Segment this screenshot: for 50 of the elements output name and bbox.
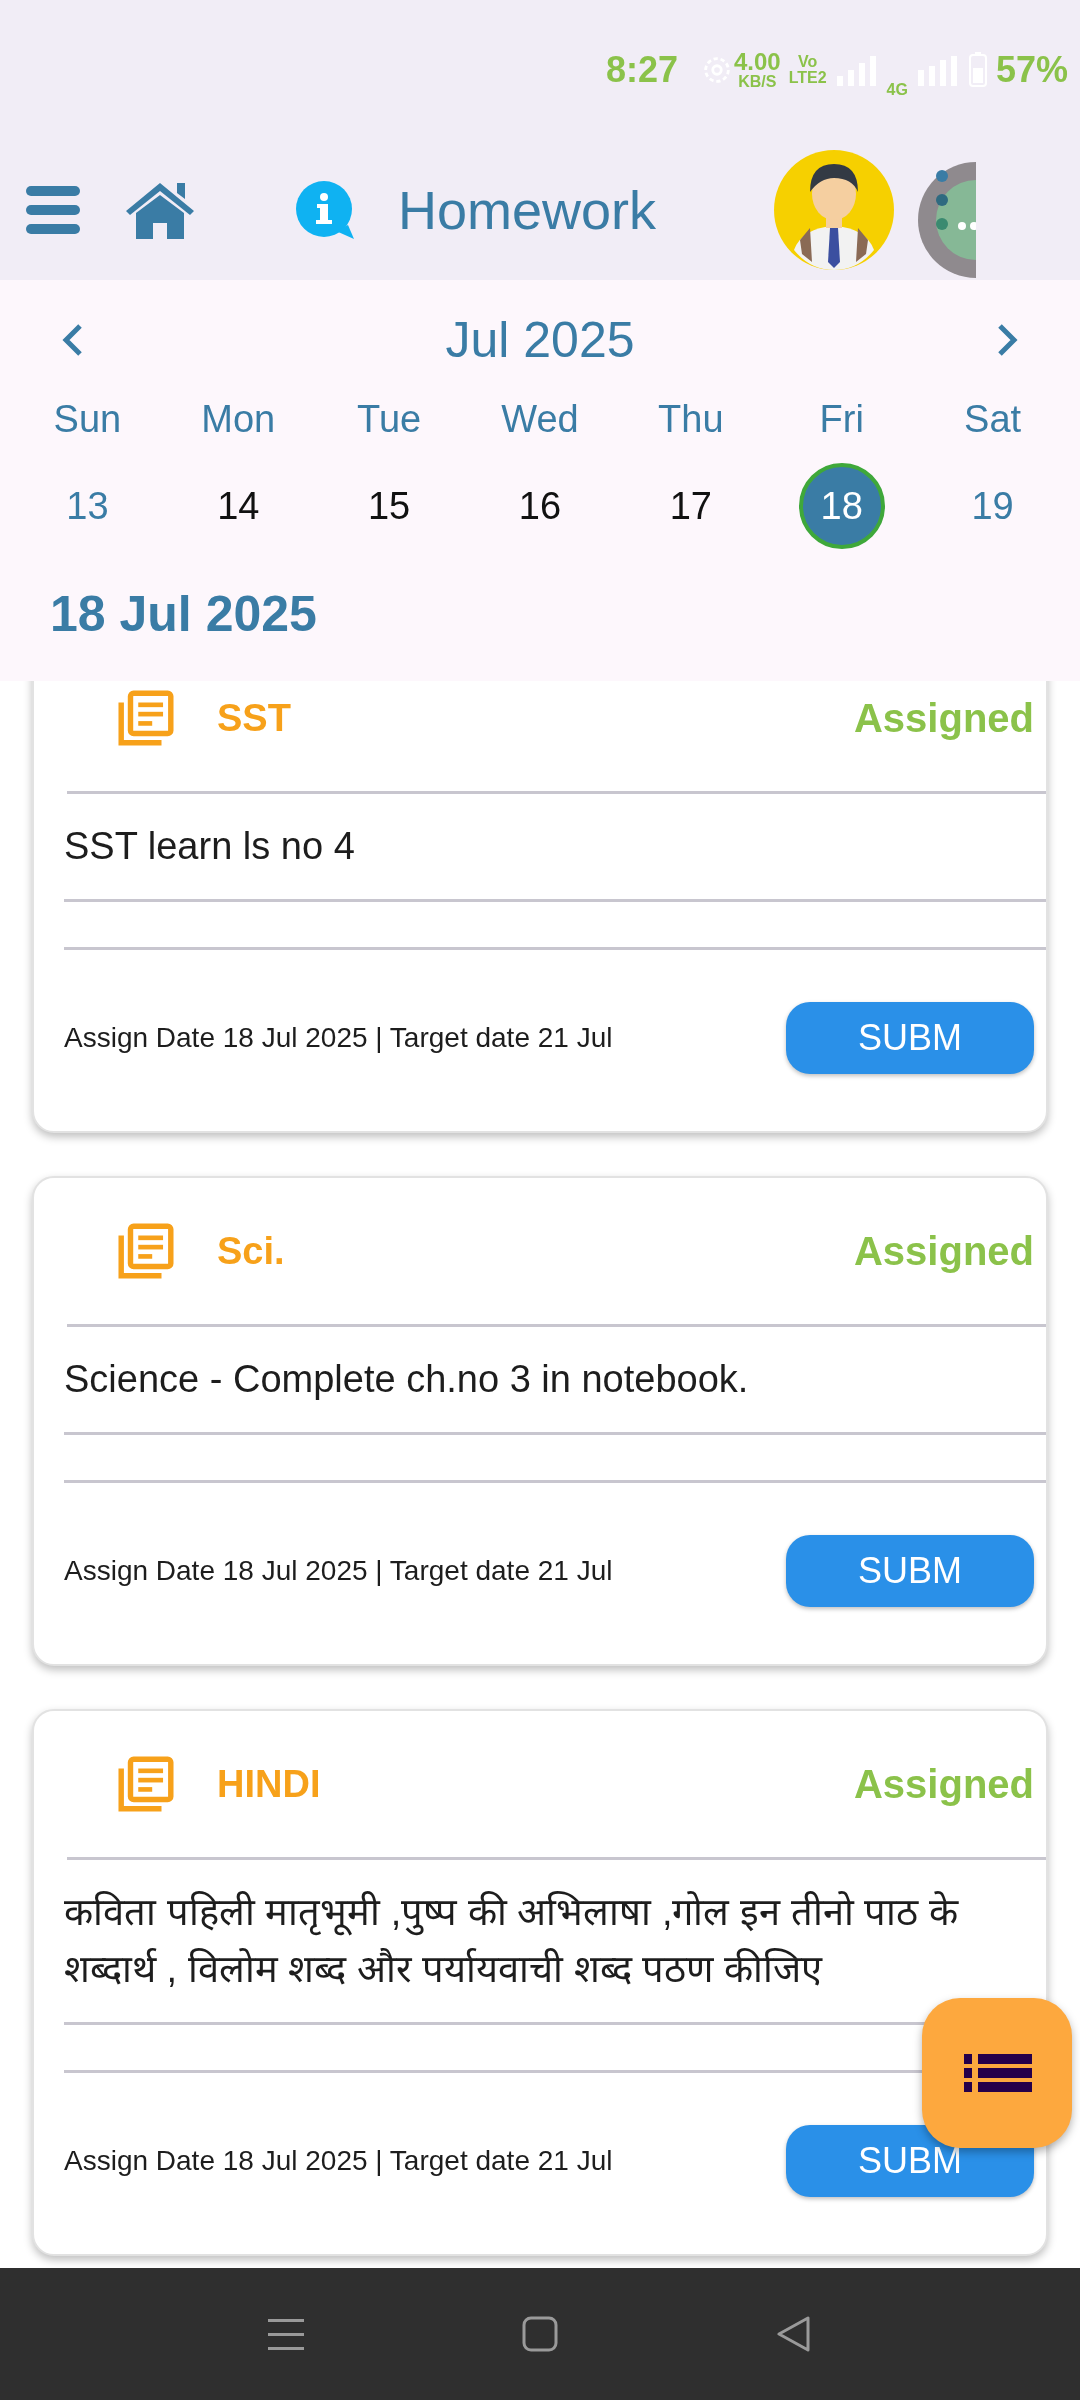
homework-description: Science - Complete ch.no 3 in notebook. — [64, 1327, 1046, 1435]
back-icon[interactable] — [776, 2316, 812, 2352]
network-type: 4G — [886, 81, 908, 99]
date-cell[interactable]: 17 — [647, 463, 734, 549]
selected-date: 18 Jul 2025 — [49, 585, 318, 644]
date-cell[interactable]: 19 — [949, 463, 1036, 549]
weekday-label: Mon — [201, 398, 276, 441]
submit-button[interactable]: SUBM — [786, 1534, 1034, 1607]
date-cell[interactable]: 15 — [346, 463, 433, 549]
clock-time: 8:27 — [605, 49, 678, 91]
home-icon[interactable] — [522, 2316, 558, 2352]
weekday-label: Thu — [658, 398, 724, 441]
weekday-label: Sun — [53, 398, 122, 441]
lte-label: LTE2 — [788, 70, 827, 86]
avatar-icon[interactable] — [774, 150, 895, 270]
battery-percent: 57% — [995, 49, 1068, 91]
chevron-right-icon[interactable] — [996, 322, 1020, 358]
volte-label: Vo — [798, 54, 818, 70]
chevron-left-icon[interactable] — [60, 322, 84, 358]
date-info: Assign Date 18 Jul 2025 | Target date 21 Jul — [64, 2144, 613, 2177]
info-icon — [296, 181, 354, 239]
date-cell[interactable]: 13 — [44, 463, 131, 549]
date-cell[interactable]: 18 — [798, 463, 885, 549]
date-cell[interactable]: 14 — [195, 463, 282, 549]
status-label: Assigned — [852, 1760, 1035, 1808]
month-label: Jul 2025 — [445, 311, 635, 369]
subject-label: Sci. — [217, 1229, 285, 1273]
submit-button[interactable]: SUBM — [786, 1001, 1034, 1074]
weekday-label: Wed — [501, 398, 579, 441]
status-label: Assigned — [852, 1227, 1035, 1275]
subject-label: HINDI — [217, 1762, 321, 1806]
document-stack-icon — [115, 1753, 177, 1815]
subject-label: SST — [217, 696, 291, 740]
date-cell[interactable]: 16 — [497, 463, 583, 549]
date-info: Assign Date 18 Jul 2025 | Target date 21 Jul — [64, 1021, 613, 1054]
speed-unit: KB/S — [738, 74, 777, 90]
weekday-label: Tue — [357, 398, 422, 441]
weekday-label: Fri — [819, 398, 864, 441]
home-icon[interactable] — [124, 181, 196, 239]
weekday-label: Sat — [964, 398, 1022, 441]
screen-title: Homework — [398, 179, 657, 241]
homework-description: SST learn ls no 4 — [64, 794, 1046, 902]
status-label: Assigned — [852, 694, 1035, 742]
list-icon[interactable] — [922, 1998, 1072, 2148]
document-stack-icon — [115, 1220, 177, 1282]
network-speed: 4.00 — [733, 50, 781, 74]
menu-icon[interactable] — [26, 184, 80, 236]
menu-icon[interactable] — [268, 2316, 304, 2352]
date-info: Assign Date 18 Jul 2025 | Target date 21 Jul — [64, 1554, 613, 1587]
document-stack-icon — [115, 687, 177, 749]
